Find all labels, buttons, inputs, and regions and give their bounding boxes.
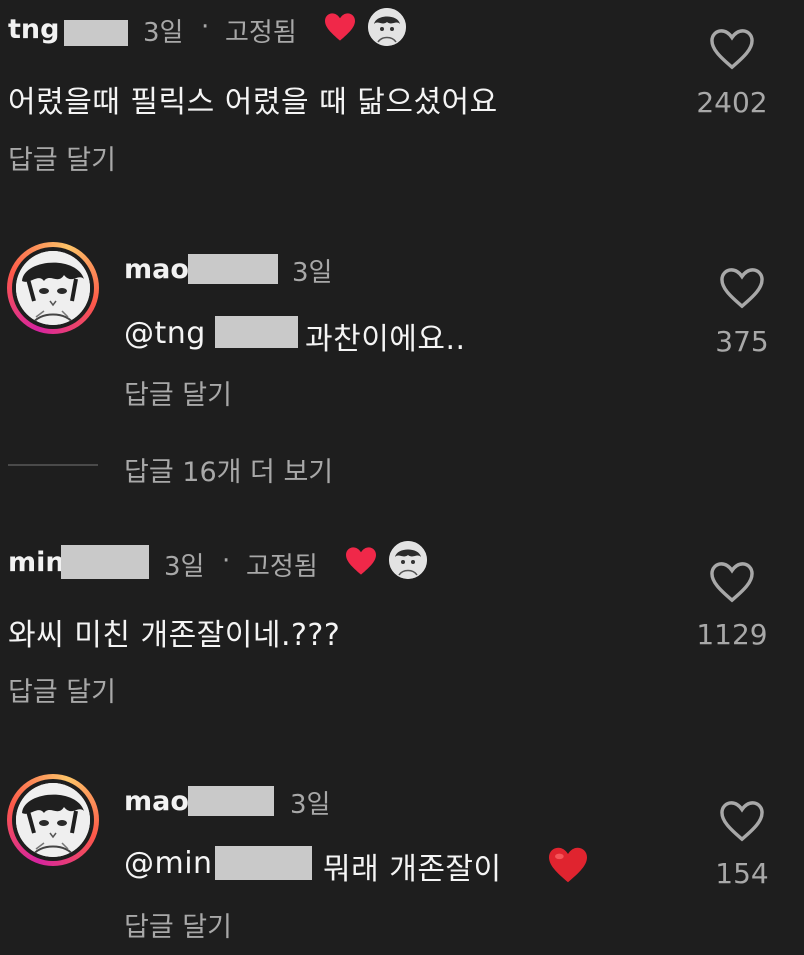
like-heart-icon[interactable] <box>709 28 755 70</box>
redacted-username-block <box>188 786 274 816</box>
creator-avatar-icon <box>387 539 429 581</box>
creator-avatar-icon <box>366 6 408 48</box>
manga-avatar-icon <box>16 783 90 857</box>
like-heart-icon[interactable] <box>709 561 755 603</box>
reply-button[interactable]: 답글 달기 <box>124 373 232 412</box>
red-heart-icon <box>325 13 355 41</box>
pinned-label: 고정됨 <box>225 18 297 48</box>
red-heart-emoji <box>549 847 587 883</box>
reply-mention[interactable]: @tng <box>124 316 206 351</box>
like-count: 375 <box>715 325 769 358</box>
replies-divider <box>8 464 98 466</box>
redacted-username-block <box>188 254 278 284</box>
comment-username[interactable]: tng <box>8 14 59 45</box>
reply-mention[interactable]: @min <box>124 846 213 881</box>
redacted-mention-block <box>215 846 312 880</box>
comment-time: 3일 <box>143 18 184 48</box>
comment-text: 어렸을때 필릭스 어렸을 때 닮으셨어요 <box>8 85 498 120</box>
comment-username[interactable]: min <box>8 547 65 578</box>
reply-username[interactable]: mao <box>124 254 189 285</box>
manga-avatar-icon <box>16 251 90 325</box>
reply-button[interactable]: 답글 달기 <box>8 670 116 709</box>
red-heart-icon <box>346 547 376 575</box>
like-heart-icon[interactable] <box>719 267 765 309</box>
like-count: 154 <box>715 857 769 890</box>
like-heart-icon[interactable] <box>719 800 765 842</box>
redacted-username-block <box>64 20 128 46</box>
redacted-mention-block <box>215 316 298 348</box>
reply-text: 뭐래 개존잘이 <box>323 852 502 887</box>
reply-time: 3일 <box>290 790 331 820</box>
pinned-label: 고정됨 <box>246 552 318 582</box>
meta-separator: · <box>201 12 210 42</box>
redacted-username-block <box>61 545 149 579</box>
avatar[interactable] <box>7 242 99 334</box>
reply-username[interactable]: mao <box>124 786 189 817</box>
reply-button[interactable]: 답글 달기 <box>124 905 232 944</box>
reply-button[interactable]: 답글 달기 <box>8 138 116 177</box>
comment-text: 와씨 미친 개존잘이네.??? <box>8 618 341 653</box>
like-count: 1129 <box>696 618 768 651</box>
reply-time: 3일 <box>292 258 333 288</box>
meta-separator: · <box>222 546 231 576</box>
view-more-replies-button[interactable]: 답글 16개 더 보기 <box>124 450 333 489</box>
avatar[interactable] <box>7 774 99 866</box>
comment-time: 3일 <box>164 552 205 582</box>
like-count: 2402 <box>696 86 768 119</box>
reply-text: 과찬이에요.. <box>305 322 466 357</box>
